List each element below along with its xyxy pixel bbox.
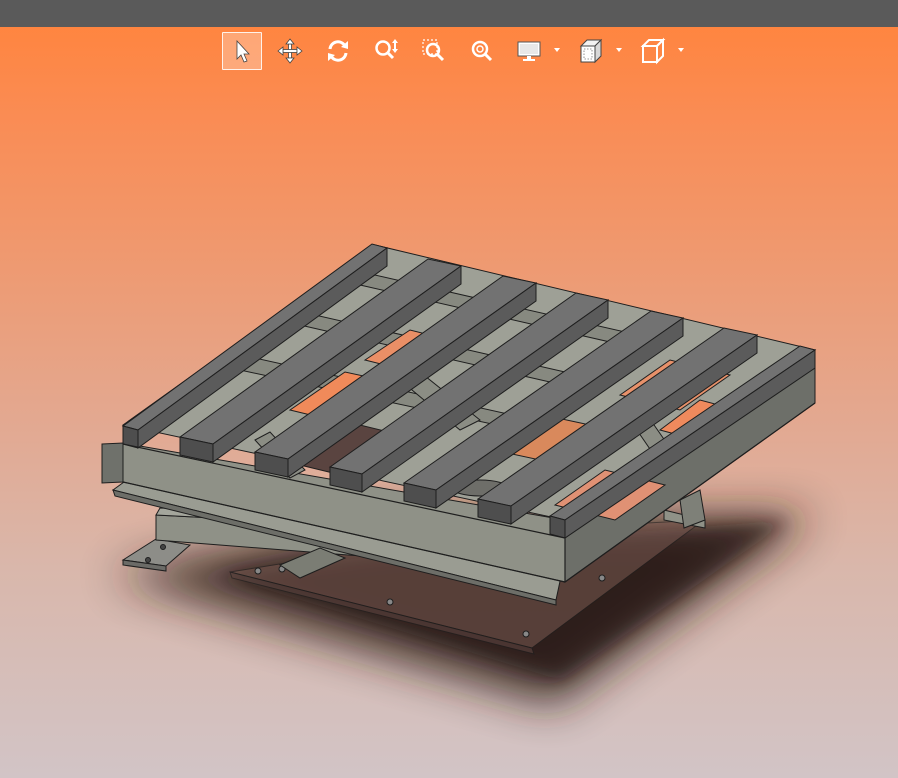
standard-views-button[interactable] <box>634 32 688 70</box>
title-bar <box>0 0 898 27</box>
rotate-tool-button[interactable] <box>318 32 358 70</box>
move-arrows-icon <box>277 38 303 64</box>
pan-tool-button[interactable] <box>270 32 310 70</box>
arrow-pointer-icon <box>236 39 250 63</box>
view-toolbar <box>222 31 696 71</box>
chevron-down-icon <box>616 48 622 52</box>
zoom-in-out-icon <box>375 39 398 60</box>
view-cube-icon <box>579 38 603 64</box>
view-orientation-button[interactable] <box>572 32 626 70</box>
zoom-to-area-button[interactable] <box>414 32 454 70</box>
chevron-down-icon <box>554 48 560 52</box>
3d-viewport[interactable] <box>0 27 898 778</box>
box-outline-icon <box>640 37 666 65</box>
rotate-icon <box>328 40 348 62</box>
zoom-area-icon <box>422 39 445 62</box>
monitor-icon <box>517 41 541 61</box>
chevron-down-icon <box>678 48 684 52</box>
zoom-fit-icon <box>471 40 493 62</box>
display-style-button[interactable] <box>510 32 564 70</box>
zoom-in-out-button[interactable] <box>366 32 406 70</box>
zoom-to-fit-button[interactable] <box>462 32 502 70</box>
select-tool-button[interactable] <box>222 32 262 70</box>
3d-model-scene <box>101 243 817 705</box>
